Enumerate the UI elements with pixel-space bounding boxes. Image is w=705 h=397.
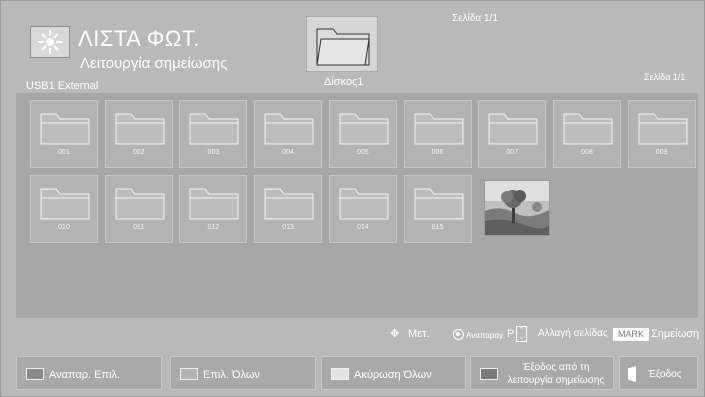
legend-p-label: P [507,328,515,340]
folder-tile[interactable]: 008 [552,100,621,168]
photo-list-logo-icon [30,26,70,58]
folder-tile[interactable]: 005 [328,100,397,168]
folder-number: 013 [282,224,294,231]
folder-number: 008 [581,149,593,156]
unselect-all-button[interactable]: Ακύρωση Όλων [321,356,466,390]
exit-mark-mode-button[interactable]: Έξοδος από τη λειτουργία σημείωσης [470,356,614,390]
unselect-all-label: Ακύρωση Όλων [354,369,432,381]
folder-number: 004 [282,149,294,156]
folder-tile[interactable]: 013 [254,175,323,243]
folder-tile[interactable]: 004 [254,100,323,168]
folder-tile[interactable]: 003 [179,100,248,168]
mode-subtitle: Λειτουργία σημείωσης [80,55,228,72]
folder-number: 003 [207,149,220,156]
folder-tile[interactable]: 002 [104,100,173,168]
folder-number: 012 [207,224,220,231]
blue-key-icon [480,368,498,380]
legend-play-label: Αναπαραγ. [466,331,506,340]
folder-tile[interactable]: 006 [403,100,472,168]
legend-mark-label: Σημείωση [651,328,700,340]
yellow-key-icon [331,368,349,380]
folder-tile[interactable]: 010 [30,175,98,243]
folder-tile[interactable]: 012 [179,175,248,243]
move-arrows-icon: ✥ [390,328,400,340]
folder-number: 009 [655,149,668,156]
folder-number: 010 [58,224,70,231]
folder-number: 014 [356,224,369,231]
folder-number: 007 [506,149,519,156]
folder-number: 001 [58,149,70,156]
folder-tile[interactable]: 015 [403,175,472,243]
photo-thumbnail[interactable] [484,180,550,236]
device-name: USB1 External [26,80,99,92]
folder-number: 002 [132,149,145,156]
current-folder-name: Δίσκος1 [324,76,364,88]
select-all-button[interactable]: Επιλ. Όλων [170,356,316,390]
page-indicator: Σελίδα 1/1 [644,72,686,82]
folder-tile[interactable]: 009 [627,100,696,168]
exit-label: Έξοδος [648,369,682,380]
page-indicator-top: Σελίδα 1/1 [452,13,498,24]
folder-tile[interactable]: 007 [478,100,547,168]
folder-number: 015 [431,224,444,231]
red-key-icon [26,368,44,380]
legend-move-label: Μετ. [408,328,430,340]
folder-number: 005 [356,149,369,156]
exit-icon [628,366,636,382]
folder-tile[interactable]: 001 [30,100,98,168]
select-all-label: Επιλ. Όλων [203,369,260,381]
mark-key-badge: MARK [613,328,649,341]
green-key-icon [180,368,198,380]
exit-mark-mode-label: Έξοδος από τη λειτουργία σημείωσης [507,362,605,386]
page-updown-icon: ⌃ ⌄ [516,326,527,342]
folder-tile[interactable]: 011 [104,175,173,243]
play-selected-label: Αναπαρ. Επιλ. [49,369,121,381]
play-selected-button[interactable]: Αναπαρ. Επιλ. [16,356,162,390]
current-folder-icon [306,16,378,72]
page-title: ΛΙΣΤΑ ΦΩΤ. [78,26,200,51]
exit-button[interactable]: Έξοδος [619,356,698,390]
ok-button-icon [453,329,464,340]
folder-number: 011 [133,224,145,231]
folder-tile[interactable]: 014 [328,175,397,243]
legend-page-change-label: Αλλαγή σελίδας [538,328,608,339]
folder-number: 006 [431,149,444,156]
